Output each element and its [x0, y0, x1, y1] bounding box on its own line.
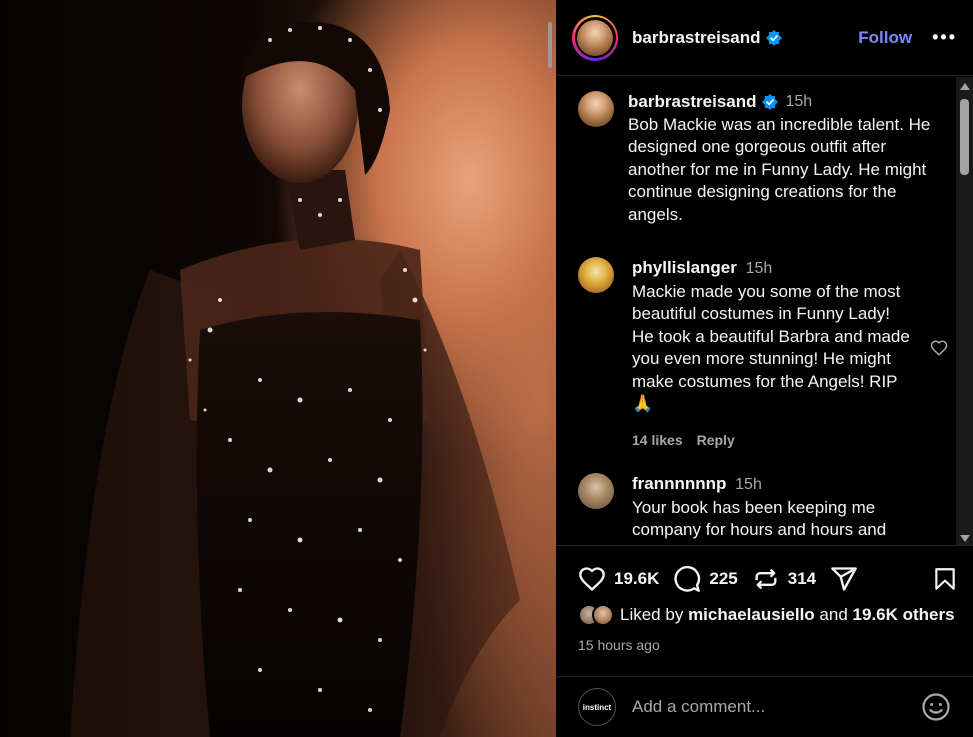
performer-illustration: [70, 21, 520, 737]
share-icon[interactable]: [830, 565, 858, 593]
scroll-up-icon[interactable]: [960, 83, 970, 90]
liked-by-user[interactable]: michaelausiello: [688, 605, 815, 624]
scroll-thumb[interactable]: [960, 99, 969, 175]
heart-icon[interactable]: [930, 339, 948, 357]
post-detail-panel: barbrastreisand Follow ••• barbrastreisa…: [556, 0, 973, 737]
commenter-username[interactable]: frannnnnnp: [632, 474, 726, 493]
post-caption: barbrastreisand 15h Bob Mackie was an in…: [578, 91, 948, 226]
comments-scrollbar[interactable]: [956, 77, 973, 545]
commenter-avatar[interactable]: [578, 473, 614, 509]
emoji-icon[interactable]: [921, 692, 951, 722]
header-username[interactable]: barbrastreisand: [632, 28, 782, 48]
heart-icon[interactable]: [578, 565, 606, 593]
bookmark-icon[interactable]: [932, 566, 958, 592]
likes-count[interactable]: 19.6K: [614, 569, 659, 589]
comments-count[interactable]: 225: [709, 569, 737, 589]
like-action[interactable]: 19.6K: [578, 565, 659, 593]
comment-icon[interactable]: [673, 565, 701, 593]
follow-button[interactable]: Follow: [858, 28, 912, 48]
comment-time[interactable]: 15h: [735, 476, 762, 493]
comment-action[interactable]: 225: [673, 565, 738, 593]
reposts-count[interactable]: 314: [788, 569, 816, 589]
more-options-icon[interactable]: •••: [932, 27, 957, 48]
caption-username[interactable]: barbrastreisand: [628, 91, 757, 114]
add-comment-bar: instinct: [556, 676, 973, 737]
current-user-avatar[interactable]: instinct: [578, 688, 616, 726]
post-timestamp[interactable]: 15 hours ago: [578, 637, 660, 653]
verified-badge-icon: [761, 94, 778, 111]
liked-by-others[interactable]: 19.6K others: [853, 605, 955, 624]
comment-item: phyllislanger 15h Mackie made you some o…: [578, 257, 948, 451]
post-image[interactable]: [0, 0, 556, 737]
liked-by-row: Liked by michaelausiello and 19.6K other…: [578, 604, 955, 626]
repost-icon[interactable]: [752, 565, 780, 593]
media-scrollbar[interactable]: [548, 22, 552, 68]
reply-button[interactable]: Reply: [697, 429, 735, 452]
verified-badge-icon: [765, 29, 782, 46]
commenter-avatar[interactable]: [578, 257, 614, 293]
share-action[interactable]: [830, 565, 858, 593]
caption-time[interactable]: 15h: [786, 91, 813, 114]
scroll-down-icon[interactable]: [960, 535, 970, 542]
comment-input[interactable]: [632, 697, 921, 717]
liker-avatar[interactable]: [592, 604, 614, 626]
action-bar: 19.6K 225 314: [578, 562, 958, 596]
comment-time[interactable]: 15h: [746, 260, 773, 277]
caption-text: Bob Mackie was an incredible talent. He …: [628, 114, 931, 224]
comment-item: frannnnnnp 15h Your book has been keepin…: [578, 473, 948, 542]
commenter-username[interactable]: phyllislanger: [632, 258, 737, 277]
profile-avatar[interactable]: [572, 14, 618, 61]
post-header: barbrastreisand Follow •••: [556, 0, 973, 76]
comment-text: Your book has been keeping me company fo…: [632, 497, 887, 540]
liked-by-and: and: [819, 605, 848, 624]
caption-avatar[interactable]: [578, 91, 614, 127]
comment-text: Mackie made you some of the most beautif…: [632, 281, 910, 414]
repost-action[interactable]: 314: [752, 565, 816, 593]
comment-likes[interactable]: 14 likes: [632, 429, 683, 452]
liked-by-prefix: Liked by: [620, 605, 684, 624]
comments-list[interactable]: barbrastreisand 15h Bob Mackie was an in…: [556, 77, 973, 546]
